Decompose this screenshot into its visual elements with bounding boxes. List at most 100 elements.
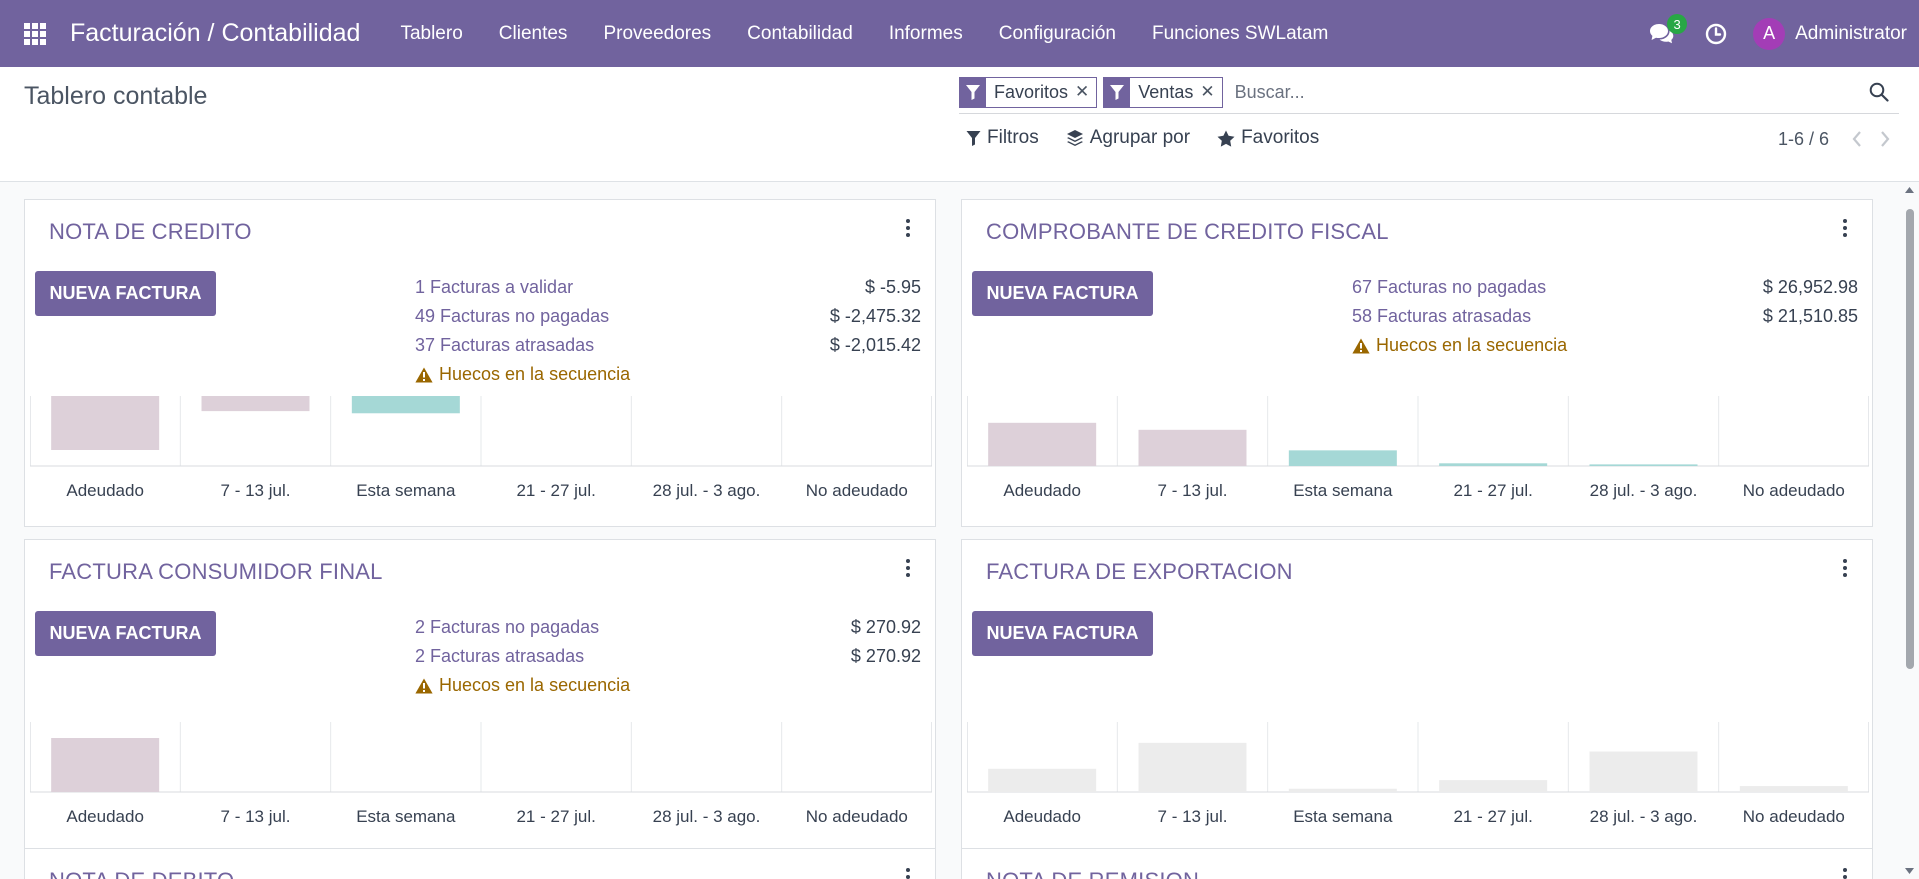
menu-item-contabilidad[interactable]: Contabilidad xyxy=(729,23,871,45)
journal-stats: 2 Facturas no pagadas $ 270.92 2 Factura… xyxy=(415,613,921,700)
chart-bar[interactable] xyxy=(1439,780,1548,792)
new-invoice-button[interactable]: NUEVA FACTURA xyxy=(972,611,1153,656)
chart-bar[interactable] xyxy=(51,738,160,792)
remove-facet-icon[interactable]: ✕ xyxy=(1200,82,1221,102)
page-title: Tablero contable xyxy=(24,82,208,110)
card-options-icon[interactable] xyxy=(1838,216,1852,240)
chart-bar[interactable] xyxy=(51,396,160,450)
card-options-icon[interactable] xyxy=(901,216,915,240)
stat-link[interactable]: 2 Facturas atrasadas xyxy=(415,646,584,667)
journal-chart[interactable]: Adeudado 7 - 13 jul. Esta semana 21 - 27 ju… xyxy=(967,396,1869,511)
stat-link[interactable]: 1 Facturas a validar xyxy=(415,277,573,298)
journal-title[interactable]: FACTURA CONSUMIDOR FINAL xyxy=(49,559,383,585)
journal-title[interactable]: FACTURA DE EXPORTACION xyxy=(986,559,1293,585)
pager-value[interactable]: 1-6 / 6 xyxy=(1778,129,1829,150)
apps-grid-icon xyxy=(24,22,46,45)
chart-tick-label: Adeudado xyxy=(66,481,144,500)
card-options-icon[interactable] xyxy=(1838,556,1852,580)
card-options-icon[interactable] xyxy=(1838,865,1852,879)
chart-tick-label: 21 - 27 jul. xyxy=(1453,481,1532,500)
new-invoice-button[interactable]: NUEVA FACTURA xyxy=(972,271,1153,316)
scroll-down-icon[interactable] xyxy=(1905,868,1914,874)
stat-link[interactable]: 2 Facturas no pagadas xyxy=(415,617,599,638)
scroll-up-icon[interactable] xyxy=(1905,187,1914,193)
warning-text: Huecos en la secuencia xyxy=(439,364,631,384)
journal-card: COMPROBANTE DE CREDITO FISCAL NUEVA FACT… xyxy=(961,199,1873,527)
search-facet-favoritos[interactable]: Favoritos ✕ xyxy=(959,76,1098,108)
card-options-icon[interactable] xyxy=(901,865,915,879)
favorites-label: Favoritos xyxy=(1241,127,1320,148)
filter-icon xyxy=(960,76,986,108)
menu-item-funciones-swlatam[interactable]: Funciones SWLatam xyxy=(1134,23,1346,45)
chart-bar[interactable] xyxy=(988,422,1097,466)
remove-facet-icon[interactable]: ✕ xyxy=(1075,82,1096,102)
apps-menu-button[interactable] xyxy=(0,0,70,67)
chart-bar[interactable] xyxy=(1288,788,1397,792)
filters-button[interactable]: Filtros xyxy=(966,127,1039,149)
stat-row: Huecos en la secuencia xyxy=(415,671,921,700)
journal-title[interactable]: NOTA DE DEBITO xyxy=(49,868,234,879)
search-panel-buttons: Filtros Agrupar por Favoritos xyxy=(966,127,1346,149)
chart-bar[interactable] xyxy=(351,396,460,414)
sequence-gap-warning[interactable]: Huecos en la secuencia xyxy=(415,364,630,385)
journal-card: NOTA DE DEBITO xyxy=(24,848,936,879)
journal-chart[interactable]: Adeudado 7 - 13 jul. Esta semana 21 - 27 ju… xyxy=(967,722,1869,837)
chart-tick-label: 7 - 13 jul. xyxy=(221,481,291,500)
search-input[interactable] xyxy=(1228,76,1859,108)
stat-amount: $ 270.92 xyxy=(850,646,921,666)
chart-bar[interactable] xyxy=(1589,464,1698,466)
star-icon xyxy=(1217,130,1235,147)
chart-tick-label: 7 - 13 jul. xyxy=(1158,481,1228,500)
chart-bar[interactable] xyxy=(1288,450,1397,466)
user-menu[interactable]: A Administrator xyxy=(1753,17,1907,50)
activities-button[interactable] xyxy=(1693,0,1739,67)
app-title[interactable]: Facturación / Contabilidad xyxy=(70,19,360,48)
warning-icon xyxy=(415,678,433,693)
sequence-gap-warning[interactable]: Huecos en la secuencia xyxy=(1352,335,1567,356)
messages-count-badge: 3 xyxy=(1667,14,1688,34)
chart-bar[interactable] xyxy=(988,768,1097,792)
journal-chart[interactable]: Adeudado 7 - 13 jul. Esta semana 21 - 27 ju… xyxy=(30,722,932,837)
chart-bar[interactable] xyxy=(201,396,310,412)
pager-previous-icon[interactable] xyxy=(1843,128,1871,150)
chart-bar[interactable] xyxy=(1589,751,1698,793)
search-facet-ventas[interactable]: Ventas ✕ xyxy=(1103,76,1223,108)
chart-bar[interactable] xyxy=(1138,742,1247,792)
menu-item-configuracion[interactable]: Configuración xyxy=(981,23,1134,45)
card-options-icon[interactable] xyxy=(901,556,915,580)
chart-bar[interactable] xyxy=(1439,463,1548,466)
stat-amount: $ -2,475.32 xyxy=(829,306,921,326)
chart-tick-label: No adeudado xyxy=(1743,481,1845,500)
stat-link[interactable]: 37 Facturas atrasadas xyxy=(415,335,594,356)
menu-item-proveedores[interactable]: Proveedores xyxy=(585,23,729,45)
journal-title[interactable]: NOTA DE CREDITO xyxy=(49,219,252,245)
menu-item-tablero[interactable]: Tablero xyxy=(382,23,480,45)
new-invoice-button[interactable]: NUEVA FACTURA xyxy=(35,611,216,656)
sequence-gap-warning[interactable]: Huecos en la secuencia xyxy=(415,675,630,696)
menu-item-clientes[interactable]: Clientes xyxy=(481,23,586,45)
stat-link[interactable]: 58 Facturas atrasadas xyxy=(1352,306,1531,327)
journal-title[interactable]: COMPROBANTE DE CREDITO FISCAL xyxy=(986,219,1389,245)
scrollbar-thumb[interactable] xyxy=(1906,209,1914,669)
group-by-button[interactable]: Agrupar por xyxy=(1066,127,1190,149)
filters-label: Filtros xyxy=(987,127,1039,148)
pager-next-icon[interactable] xyxy=(1871,128,1899,150)
chart-tick-label: No adeudado xyxy=(806,481,908,500)
stat-amount: $ -5.95 xyxy=(864,277,921,297)
stat-amount: $ 26,952.98 xyxy=(1762,277,1858,297)
chart-tick-label: 28 jul. - 3 ago. xyxy=(1590,807,1698,826)
stat-link[interactable]: 67 Facturas no pagadas xyxy=(1352,277,1546,298)
new-invoice-button[interactable]: NUEVA FACTURA xyxy=(35,271,216,316)
menu-item-informes[interactable]: Informes xyxy=(871,23,981,45)
search-icon[interactable] xyxy=(1859,71,1899,114)
vertical-scrollbar[interactable] xyxy=(1900,182,1919,879)
stat-link[interactable]: 49 Facturas no pagadas xyxy=(415,306,609,327)
chart-bar[interactable] xyxy=(1138,429,1247,466)
journal-chart[interactable]: Adeudado 7 - 13 jul. Esta semana 21 - 27 ju… xyxy=(30,396,932,511)
journal-title[interactable]: NOTA DE REMISION xyxy=(986,868,1199,879)
chart-tick-label: Esta semana xyxy=(356,807,456,826)
messages-button[interactable]: 3 xyxy=(1639,0,1688,67)
stat-row: 58 Facturas atrasadas $ 21,510.85 xyxy=(1352,302,1858,331)
favorites-button[interactable]: Favoritos xyxy=(1217,127,1319,149)
chart-bar[interactable] xyxy=(1739,786,1848,792)
